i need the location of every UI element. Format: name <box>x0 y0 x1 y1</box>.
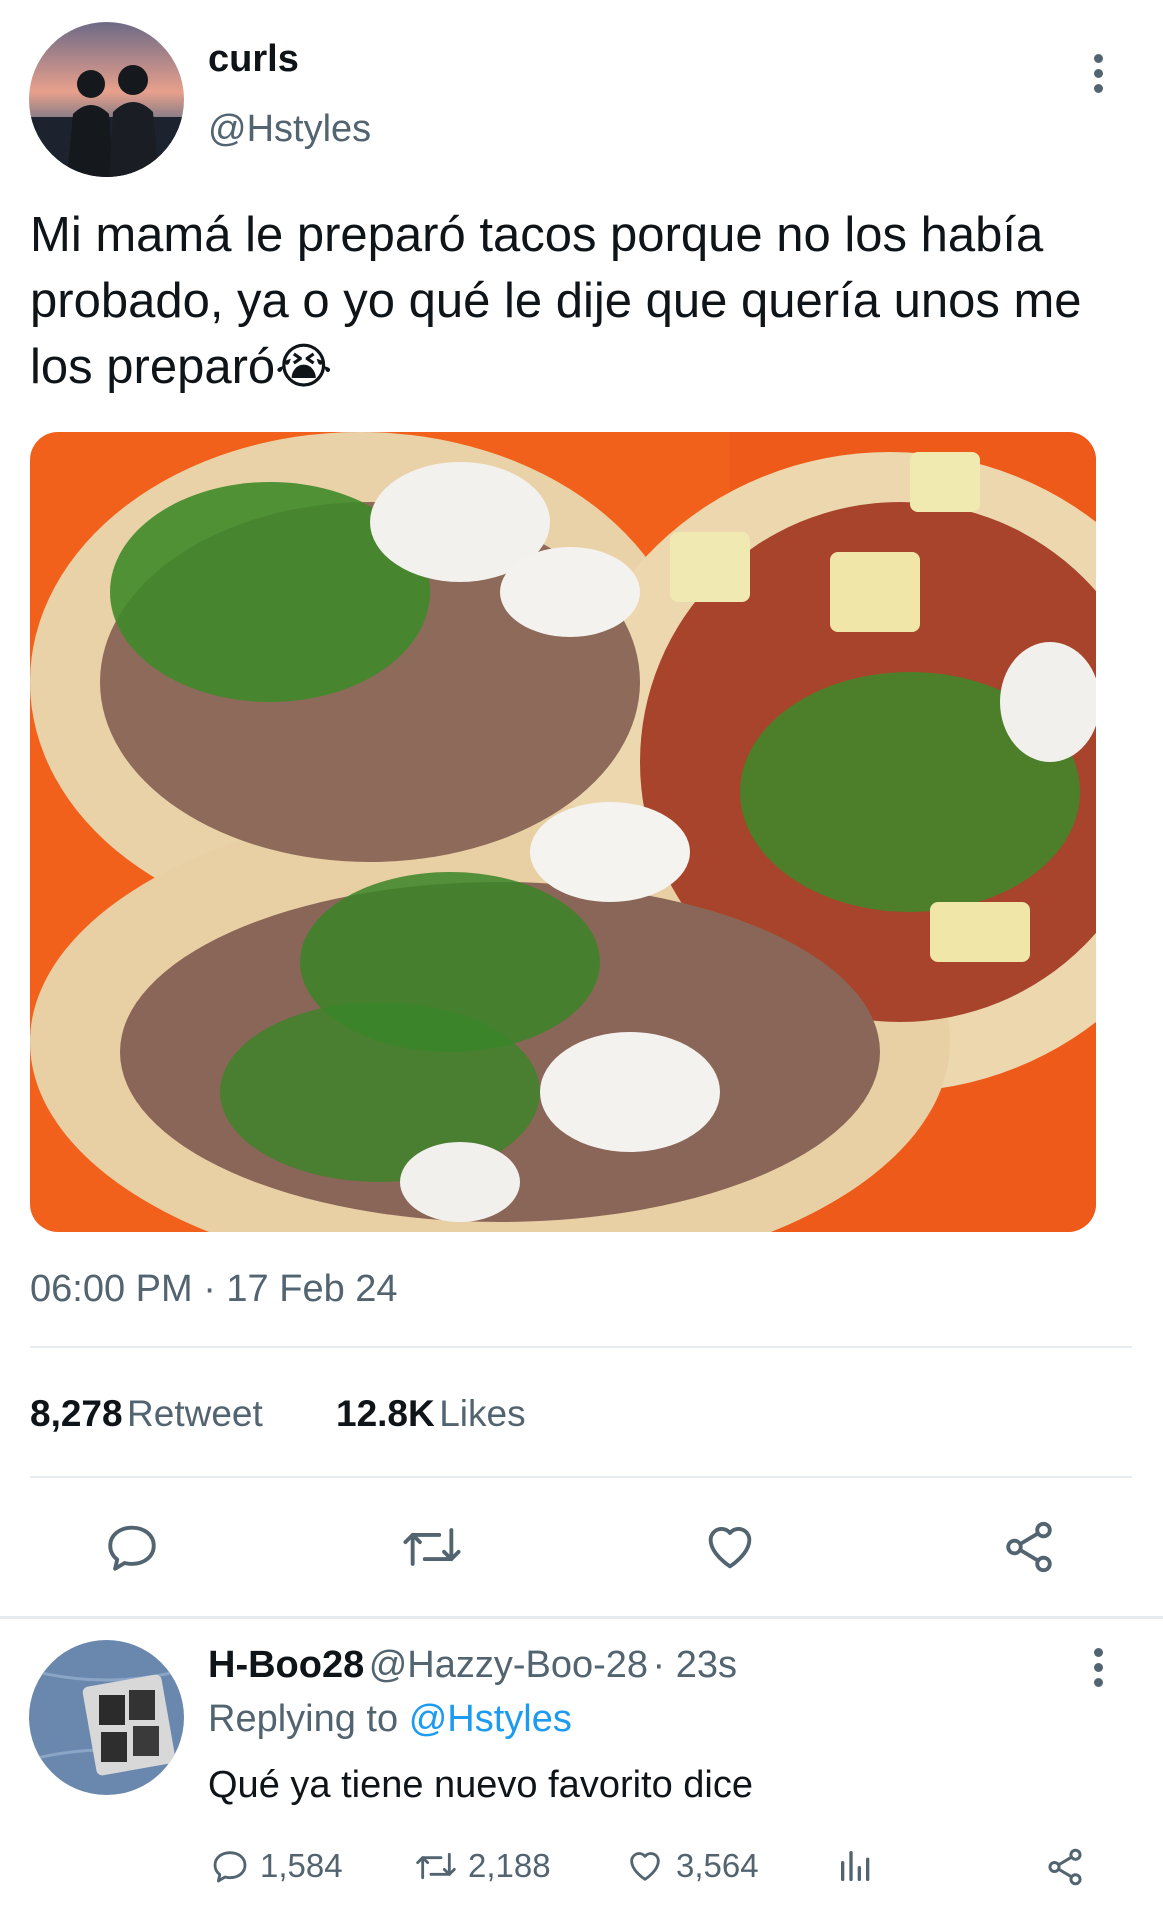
crying-face-emoji: 😭 <box>275 340 333 394</box>
reply-reply-button[interactable]: 1,584 <box>210 1846 343 1886</box>
reply-author-name[interactable]: H-Boo28 <box>208 1644 364 1686</box>
author-handle[interactable]: @Hstyles <box>208 108 371 151</box>
retweet-icon <box>416 1852 456 1880</box>
author-avatar[interactable] <box>29 22 184 177</box>
retweet-icon <box>403 1528 461 1566</box>
likes-stats[interactable]: 12.8K Likes <box>336 1393 526 1435</box>
reply-like-button[interactable]: 3,564 <box>624 1846 759 1886</box>
heart-icon <box>630 1852 660 1881</box>
reply-icon <box>213 1851 247 1883</box>
retweet-count: 8,278 <box>30 1393 123 1434</box>
divider <box>30 1476 1132 1478</box>
reply-author-avatar[interactable] <box>29 1640 184 1795</box>
replying-to-handle[interactable]: @Hstyles <box>409 1698 572 1740</box>
replying-to: Replying to @Hstyles <box>208 1698 572 1741</box>
retweet-button[interactable] <box>400 1518 464 1576</box>
more-options-icon[interactable] <box>1094 54 1106 99</box>
tweet-image-tacos[interactable] <box>30 432 1096 1232</box>
section-divider <box>0 1616 1163 1619</box>
replying-prefix: Replying to <box>208 1698 399 1740</box>
likes-count: 12.8K <box>336 1393 435 1434</box>
reply-time[interactable]: · 23s <box>652 1644 736 1686</box>
divider <box>30 1346 1132 1348</box>
reply-reply-count: 1,584 <box>260 1847 343 1884</box>
like-button[interactable] <box>700 1518 760 1576</box>
reply-more-options-icon[interactable] <box>1094 1648 1106 1693</box>
share-button[interactable] <box>1000 1518 1058 1576</box>
reply-text: Qué ya tiene nuevo favorito dice <box>208 1764 754 1806</box>
reply-analytics-button[interactable] <box>836 1846 876 1886</box>
retweet-stats[interactable]: 8,278 Retweet <box>30 1393 263 1435</box>
reply-like-count: 3,564 <box>676 1847 759 1884</box>
reply-header: H-Boo28 @Hazzy-Boo-28 · 23s <box>208 1644 737 1687</box>
reply-button[interactable] <box>103 1518 161 1576</box>
retweet-label: Retweet <box>127 1393 263 1434</box>
reply-share-button[interactable] <box>1044 1846 1086 1888</box>
heart-icon <box>708 1527 752 1569</box>
reply-icon <box>108 1525 156 1571</box>
tweet-text: Mi mamá le preparó tacos porque no los h… <box>30 208 1082 394</box>
likes-label: Likes <box>439 1393 526 1434</box>
tweet-timestamp[interactable]: 06:00 PM · 17 Feb 24 <box>30 1268 398 1311</box>
analytics-icon <box>841 1851 870 1881</box>
share-icon <box>1048 1848 1082 1886</box>
reply-author-handle[interactable]: @Hazzy-Boo-28 <box>369 1644 648 1686</box>
reply-retweet-button[interactable]: 2,188 <box>414 1846 551 1886</box>
author-name[interactable]: curls <box>208 38 299 81</box>
reply-retweet-count: 2,188 <box>468 1847 551 1884</box>
share-icon <box>1006 1521 1052 1573</box>
